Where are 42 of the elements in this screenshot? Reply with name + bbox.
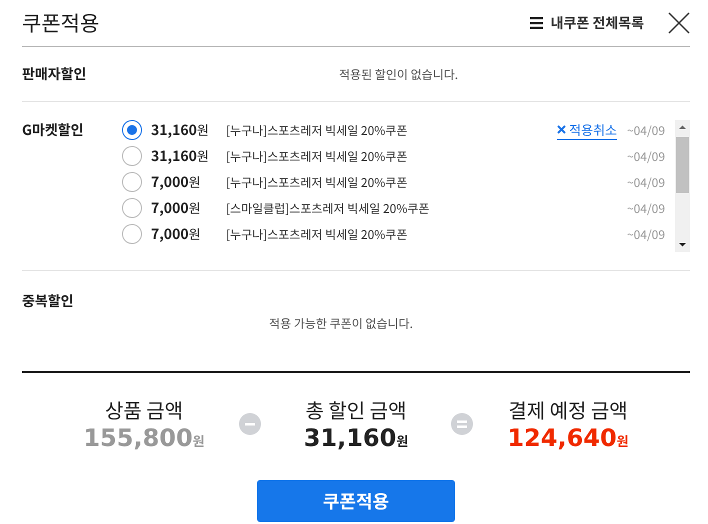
amount-label: 상품 금액 xyxy=(104,395,184,424)
equals-icon xyxy=(451,412,473,434)
radio-button[interactable] xyxy=(122,198,142,218)
expiry-date: ~04/09 xyxy=(626,174,665,190)
section-label: 판매자할인 xyxy=(22,64,88,84)
coupon-amount: 7,000원 xyxy=(151,172,202,192)
amount-value: 155,800원 xyxy=(83,424,205,452)
empty-message: 적용 가능한 쿠폰이 없습니다. xyxy=(269,315,413,332)
minus-icon xyxy=(239,412,261,434)
coupon-amount: 31,160원 xyxy=(151,146,210,166)
apply-coupon-button[interactable]: 쿠폰적용 xyxy=(257,480,455,522)
coupon-name: [누구나]스포츠레저 빅세일 20%쿠폰 xyxy=(226,174,408,190)
coupon-name: [누구나]스포츠레저 빅세일 20%쿠폰 xyxy=(226,226,408,242)
amount-value: 124,640원 xyxy=(507,424,629,452)
coupon-amount: 7,000원 xyxy=(151,224,202,244)
radio-button[interactable] xyxy=(122,172,142,192)
cancel-link[interactable]: 적용취소 xyxy=(557,120,617,140)
scroll-thumb[interactable] xyxy=(676,137,689,193)
dialog-title: 쿠폰적용 xyxy=(22,8,100,38)
coupon-name: [누구나]스포츠레저 빅세일 20%쿠폰 xyxy=(226,122,408,138)
x-icon xyxy=(557,125,566,134)
close-icon[interactable] xyxy=(668,12,690,34)
coupon-name: [누구나]스포츠레저 빅세일 20%쿠폰 xyxy=(226,148,408,164)
radio-button[interactable] xyxy=(122,120,142,140)
coupon-amount: 7,000원 xyxy=(151,198,202,218)
scrollbar[interactable] xyxy=(675,120,690,252)
coupon-list-link[interactable]: 내쿠폰 전체목록 xyxy=(530,13,644,33)
amount-value: 31,160원 xyxy=(304,424,408,452)
expiry-date: ~04/09 xyxy=(626,200,665,216)
expiry-date: ~04/09 xyxy=(626,148,665,164)
empty-message: 적용된 할인이 없습니다. xyxy=(339,66,458,82)
amount-label: 결제 예정 금액 xyxy=(508,395,628,424)
expiry-date: ~04/09 xyxy=(626,226,665,242)
section-label: G마켓할인 xyxy=(22,120,85,142)
menu-icon xyxy=(530,17,543,29)
radio-button[interactable] xyxy=(122,224,142,244)
coupon-name: [스마일클럽]스포츠레저 빅세일 20%쿠폰 xyxy=(226,200,430,216)
section-label: 중복할인 xyxy=(22,291,75,311)
coupon-amount: 31,160원 xyxy=(151,120,210,140)
expiry-date: ~04/09 xyxy=(626,122,665,138)
amount-label: 총 할인 금액 xyxy=(306,395,406,424)
radio-button[interactable] xyxy=(122,146,142,166)
